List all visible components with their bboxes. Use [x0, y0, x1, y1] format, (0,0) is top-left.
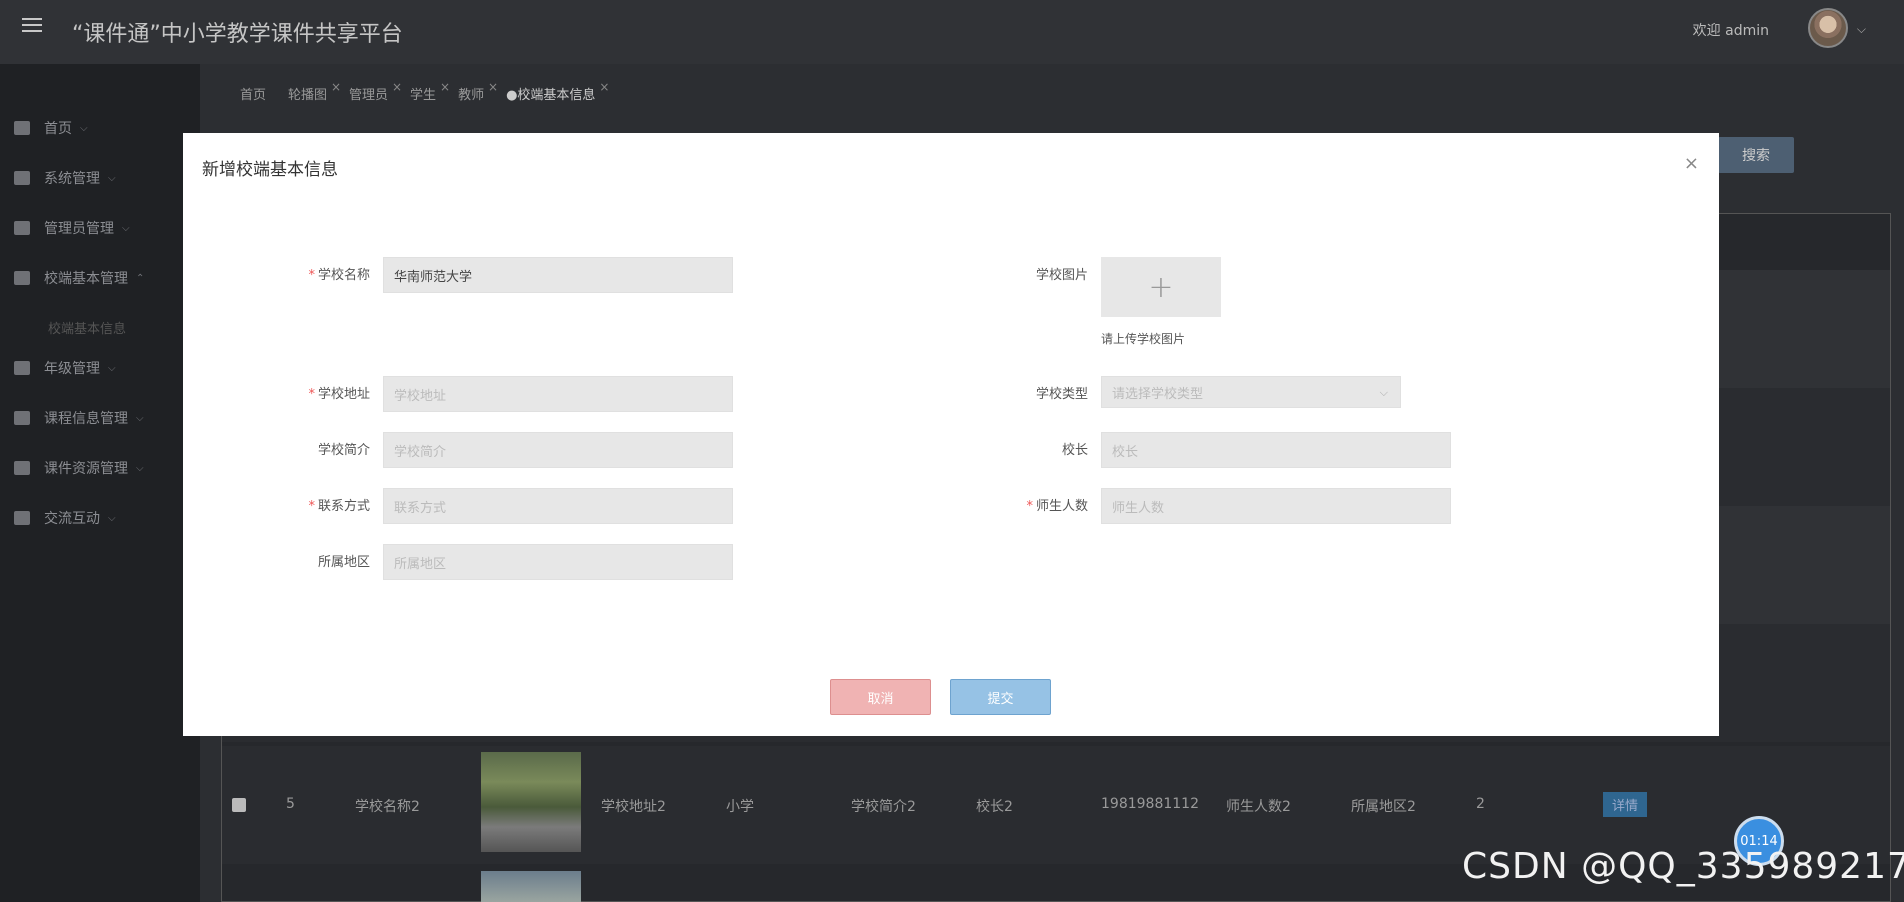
close-icon[interactable]: × [392, 80, 402, 94]
cell-principal: 校长2 [976, 799, 1013, 815]
submit-button[interactable]: 提交 [950, 679, 1051, 715]
close-icon[interactable]: × [1684, 153, 1699, 174]
school-name-input[interactable]: 华南师范大学 [383, 257, 733, 293]
sidebar-item-label: 管理员管理 [44, 221, 114, 237]
upload-hint: 请上传学校图片 [1101, 332, 1186, 346]
sidebar-item-label: 交流互动 [44, 511, 100, 527]
home-icon [14, 121, 30, 135]
welcome-text: 欢迎 admin [1692, 23, 1769, 39]
school-address-input[interactable]: 学校地址 [383, 376, 733, 412]
school-address-label: * 学校地址 [308, 387, 370, 402]
cell-population: 师生人数2 [1226, 799, 1291, 815]
book-icon [14, 271, 30, 285]
sidebar-item-school[interactable]: 校端基本管理 ⌃ [0, 258, 200, 298]
tab-home[interactable]: 首页 [240, 84, 266, 103]
sidebar-item-label: 校端基本管理 [44, 271, 128, 287]
school-type-label: 学校类型 [1035, 387, 1088, 402]
window-icon [14, 511, 30, 525]
sidebar: 首页 ⌵ 系统管理 ⌵ 管理员管理 ⌵ 校端基本管理 ⌃ 校端基本信息 年级管理 ⌵ 课程… [0, 64, 200, 902]
tab-label: 教师 [458, 88, 485, 103]
contact-label: * 联系方式 [308, 499, 370, 514]
sidebar-subitem-school-info[interactable]: 校端基本信息 [48, 318, 126, 337]
tab-bar: 首页 轮播图 × 管理员 × 学生 × 教师 × ●校端基本信息 × [240, 80, 609, 103]
avatar[interactable] [1808, 8, 1848, 48]
watermark: CSDN @QQ_3359892174 [1462, 846, 1904, 887]
principal-label: 校长 [1061, 443, 1088, 458]
compass-icon [14, 361, 30, 375]
sidebar-item-home[interactable]: 首页 ⌵ [0, 108, 200, 148]
app-title: “课件通”中小学教学课件共享平台 [72, 22, 403, 47]
dialog-title: 新增校端基本信息 [202, 160, 338, 180]
cell-address: 学校地址2 [601, 799, 666, 815]
sidebar-item-system[interactable]: 系统管理 ⌵ [0, 158, 200, 198]
population-input[interactable]: 师生人数 [1101, 488, 1451, 524]
image-upload[interactable]: + [1101, 257, 1221, 317]
cell-intro: 学校简介2 [851, 799, 916, 815]
population-label: * 师生人数 [1026, 499, 1088, 514]
close-icon[interactable]: × [331, 80, 341, 94]
tab-student[interactable]: 学生 × [410, 80, 450, 103]
close-icon[interactable]: × [440, 80, 450, 94]
sidebar-item-admin[interactable]: 管理员管理 ⌵ [0, 208, 200, 248]
school-type-select[interactable]: 请选择学校类型 ⌵ [1101, 376, 1401, 408]
gift-icon [14, 171, 30, 185]
cell-region: 所属地区2 [1351, 799, 1416, 815]
cell-index: 5 [286, 796, 295, 812]
tab-label: 管理员 [349, 88, 389, 103]
cell-school-name: 学校名称2 [355, 799, 420, 815]
search-button[interactable]: 搜索 [1718, 137, 1794, 173]
region-input[interactable]: 所属地区 [383, 544, 733, 580]
sidebar-item-label: 课件资源管理 [44, 461, 128, 477]
close-icon[interactable]: × [599, 80, 609, 94]
sidebar-item-label: 课程信息管理 [44, 411, 128, 427]
school-name-label: * 学校名称 [308, 268, 370, 283]
tab-school-info[interactable]: ●校端基本信息 × [506, 80, 609, 103]
sidebar-item-grade[interactable]: 年级管理 ⌵ [0, 348, 200, 388]
sidebar-item-interaction[interactable]: 交流互动 ⌵ [0, 498, 200, 538]
plus-icon: + [1148, 269, 1174, 305]
region-label: 所属地区 [317, 555, 370, 570]
grid-icon [14, 461, 30, 475]
chevron-down-icon[interactable]: ⌵ [1857, 22, 1866, 37]
tab-label: ●校端基本信息 [506, 88, 596, 103]
grid-icon [14, 411, 30, 425]
chevron-down-icon: ⌵ [1379, 386, 1388, 399]
detail-button[interactable]: 详情 [1603, 792, 1648, 817]
principal-input[interactable]: 校长 [1101, 432, 1451, 468]
sidebar-item-label: 首页 [44, 121, 72, 137]
cell-type: 小学 [726, 799, 754, 815]
select-placeholder: 请选择学校类型 [1112, 386, 1204, 402]
monitor-icon [14, 221, 30, 235]
tab-label: 学生 [410, 88, 437, 103]
tab-admin[interactable]: 管理员 × [349, 80, 402, 103]
app-header: “课件通”中小学教学课件共享平台 欢迎 admin ⌵ [0, 0, 1904, 64]
school-image [481, 752, 581, 852]
school-image-label: 学校图片 [1035, 268, 1088, 283]
tab-label: 首页 [240, 88, 267, 103]
sidebar-item-label: 年级管理 [44, 361, 100, 377]
school-intro-input[interactable]: 学校简介 [383, 432, 733, 468]
school-intro-label: 学校简介 [317, 443, 370, 458]
tab-label: 轮播图 [288, 88, 328, 103]
row-checkbox[interactable] [232, 798, 246, 812]
sidebar-item-label: 系统管理 [44, 171, 100, 187]
sidebar-item-course[interactable]: 课程信息管理 ⌵ [0, 398, 200, 438]
cell-contact: 19819881112 [1101, 796, 1199, 812]
cancel-button[interactable]: 取消 [830, 679, 931, 715]
menu-toggle-icon[interactable] [22, 18, 42, 34]
contact-input[interactable]: 联系方式 [383, 488, 733, 524]
school-image [481, 871, 581, 902]
close-icon[interactable]: × [488, 80, 498, 94]
tab-carousel[interactable]: 轮播图 × [288, 80, 341, 103]
sidebar-item-resource[interactable]: 课件资源管理 ⌵ [0, 448, 200, 488]
tab-teacher[interactable]: 教师 × [458, 80, 498, 103]
cell-count: 2 [1476, 796, 1485, 812]
add-school-dialog: 新增校端基本信息 × * 学校名称 华南师范大学 * 学校地址 学校地址 学校简介 … [183, 133, 1719, 736]
